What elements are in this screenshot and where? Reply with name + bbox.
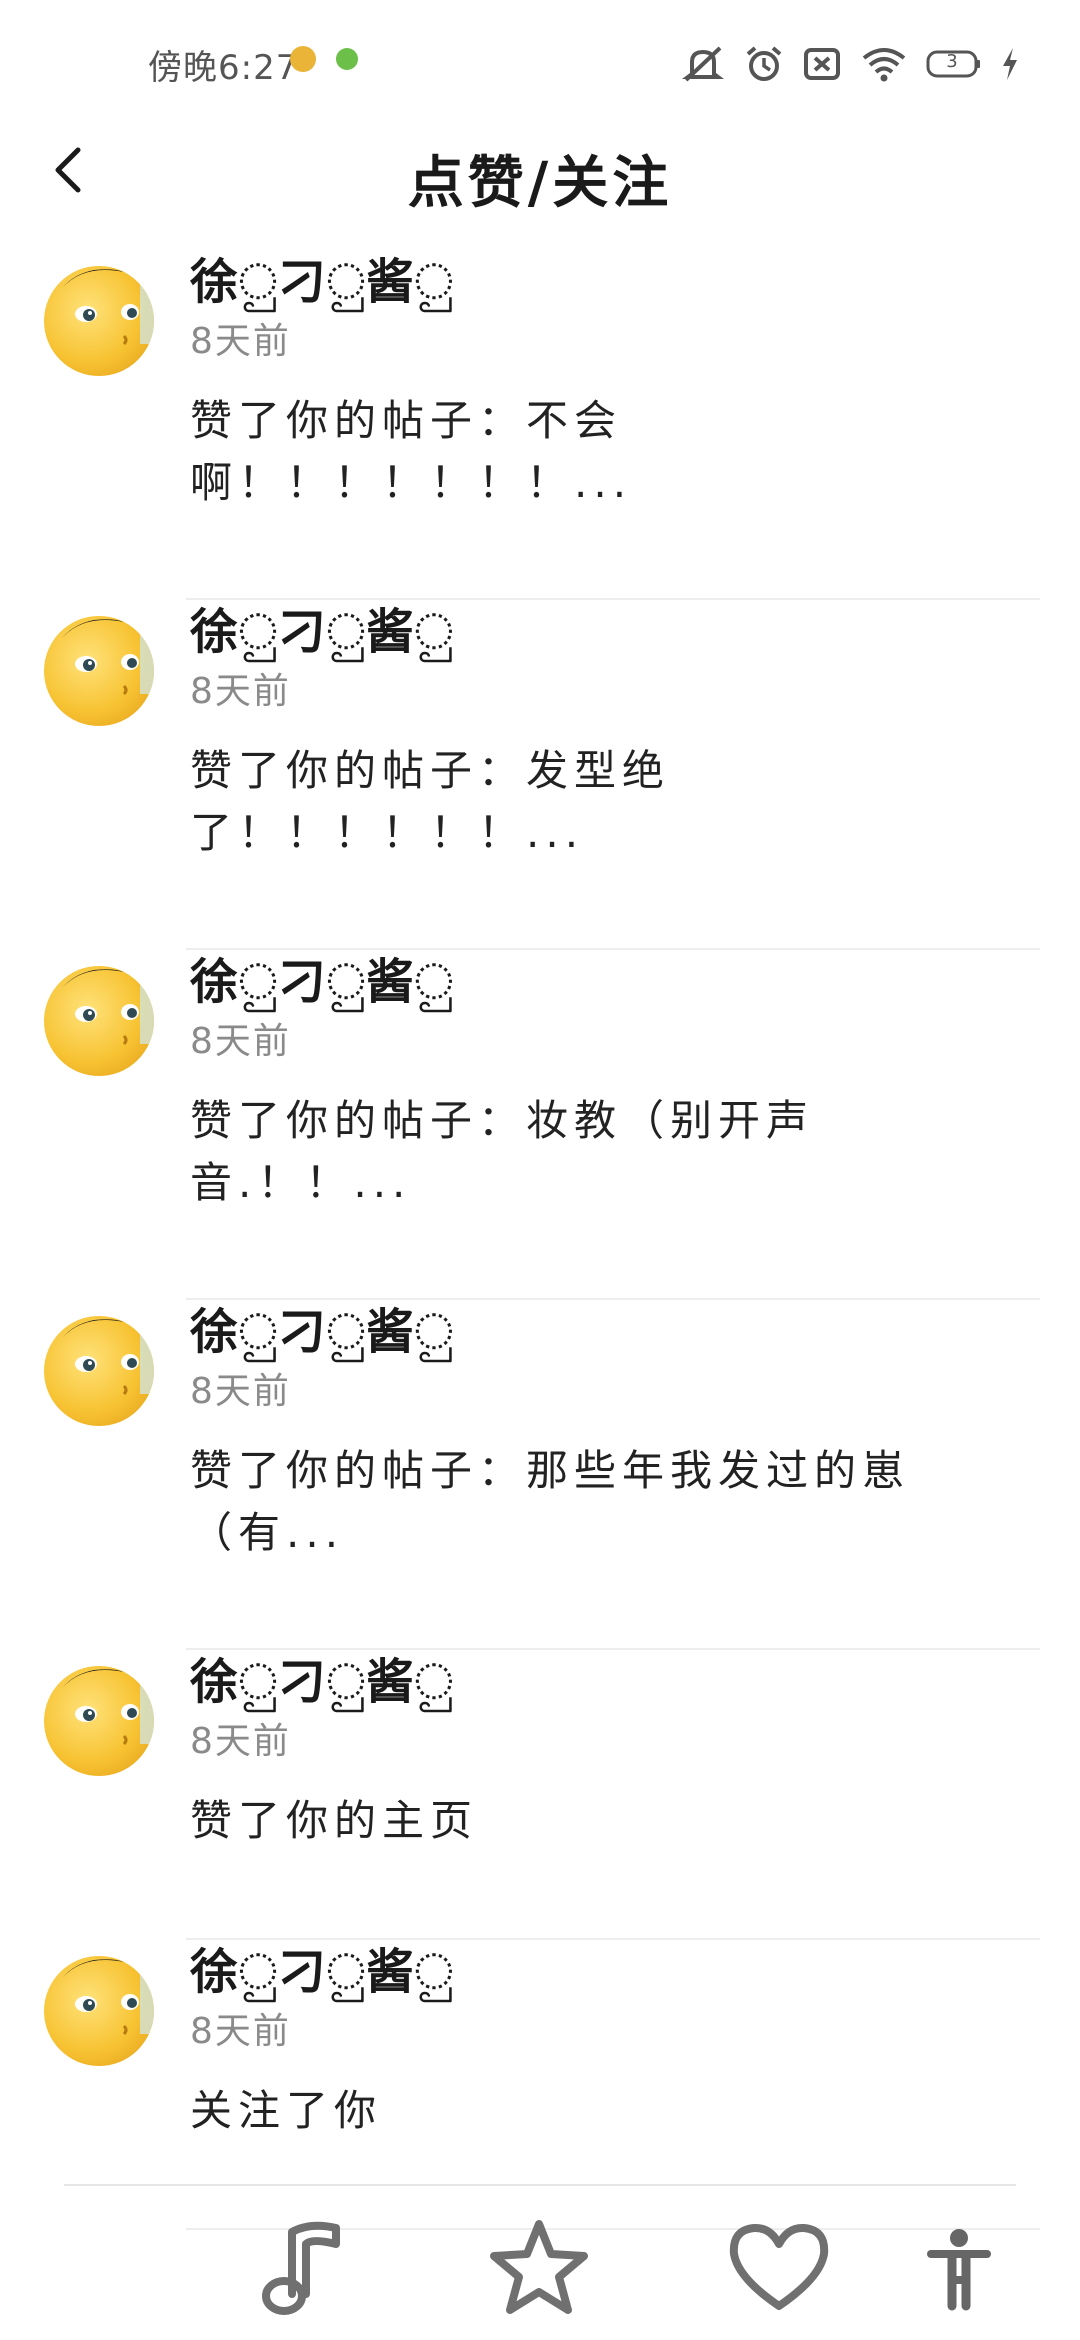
username: 徐ු刁ු酱ු [190,954,454,1010]
notification-content: 徐ු刁ු酱ු 8天前赞了你的帖子：妆教（别开声音.！！... [190,950,1040,1214]
avatar[interactable] [44,616,154,726]
notification-app-icon-2 [336,48,358,70]
avatar-emoji-face-icon [62,269,154,346]
avatar-emoji-face-icon [62,969,154,1046]
avatar-emoji-face-icon [62,1959,154,2036]
notification-item[interactable]: 徐ු刁ු酱ු 8天前赞了你的主页 [0,1650,1080,1940]
nav-accessibility-button[interactable] [904,2214,1014,2324]
avatar[interactable] [44,266,154,376]
notification-item[interactable]: 徐ු刁ු酱ු 8天前赞了你的帖子：不会啊！！！！！！！... [0,250,1080,600]
avatar-emoji-face-icon [62,619,154,696]
charging-icon [1000,46,1020,82]
status-time: 傍晚6:27 [148,48,299,88]
nav-star-button[interactable] [484,2214,594,2324]
notification-content: 徐ු刁ු酱ු 8天前赞了你的帖子：那些年我发过的崽（有... [190,1300,1040,1564]
avatar-emoji-face-icon [62,1319,154,1396]
notification-message: 赞了你的帖子：妆教（别开声音.！！... [190,1096,815,1207]
heart-icon [729,2223,829,2310]
notification-content: 徐ු刁ු酱ු 8天前赞了你的帖子：发型绝了！！！！！！... [190,600,1040,864]
system-status-icons: 3 [680,44,1020,84]
bottom-nav-divider [64,2184,1016,2186]
wifi-icon [860,44,908,84]
avatar[interactable] [44,1956,154,2066]
star-icon [490,2220,588,2314]
notification-message: 赞了你的主页 [190,1796,479,1845]
nav-music-button[interactable] [250,2214,360,2324]
timestamp: 8天前 [190,2011,291,2052]
alarm-icon [744,44,784,84]
notification-message: 赞了你的帖子：那些年我发过的崽（有... [190,1446,911,1557]
status-bar: 傍晚6:27 3 [0,0,1080,130]
notification-message: 关注了你 [190,2086,383,2135]
bottom-nav [0,2190,1080,2340]
notification-message: 赞了你的帖子：不会啊！！！！！！！... [190,396,633,507]
header: 点赞/关注 [0,120,1080,220]
username: 徐ු刁ු酱ු [190,1944,454,2000]
mute-icon [680,44,726,84]
page-title: 点赞/关注 [407,151,673,216]
notification-item[interactable]: 徐ු刁ු酱ු 8天前赞了你的帖子：妆教（别开声音.！！... [0,950,1080,1300]
timestamp: 8天前 [190,1721,291,1762]
notification-content: 徐ු刁ු酱ු 8天前赞了你的帖子：不会啊！！！！！！！... [190,250,1040,514]
notification-content: 徐ු刁ු酱ු 8天前关注了你 [190,1940,1040,2142]
timestamp: 8天前 [190,321,291,362]
timestamp: 8天前 [190,1371,291,1412]
username: 徐ු刁ු酱ු [190,1654,454,1710]
avatar-emoji-face-icon [62,1669,154,1746]
notification-item[interactable]: 徐ු刁ු酱ු 8天前关注了你 [0,1940,1080,2230]
notification-item[interactable]: 徐ු刁ු酱ු 8天前赞了你的帖子：那些年我发过的崽（有... [0,1300,1080,1650]
notification-item[interactable]: 徐ු刁ු酱ු 8天前赞了你的帖子：发型绝了！！！！！！... [0,600,1080,950]
username: 徐ු刁ු酱ු [190,1304,454,1360]
avatar[interactable] [44,1666,154,1776]
music-note-icon [262,2221,340,2315]
sim-off-icon [802,44,842,84]
battery-level: 3 [946,51,958,72]
notification-content: 徐ු刁ු酱ු 8天前赞了你的主页 [190,1650,1040,1852]
notification-list: 徐ු刁ු酱ු 8天前 赞了你的帖子：不会啊！！！！！！！... 徐ු刁ු酱ු 8天前 赞了… [0,250,1080,2230]
username: 徐ු刁ු酱ු [190,254,454,310]
notification-message: 赞了你的帖子：发型绝了！！！！！！... [190,746,671,857]
timestamp: 8天前 [190,1021,291,1062]
notification-app-icon-1 [290,46,316,72]
accessibility-icon [927,2229,991,2311]
username: 徐ු刁ු酱ු [190,604,454,660]
timestamp: 8天前 [190,671,291,712]
avatar[interactable] [44,966,154,1076]
battery-icon: 3 [926,49,982,79]
nav-heart-button[interactable] [724,2214,834,2324]
avatar[interactable] [44,1316,154,1426]
